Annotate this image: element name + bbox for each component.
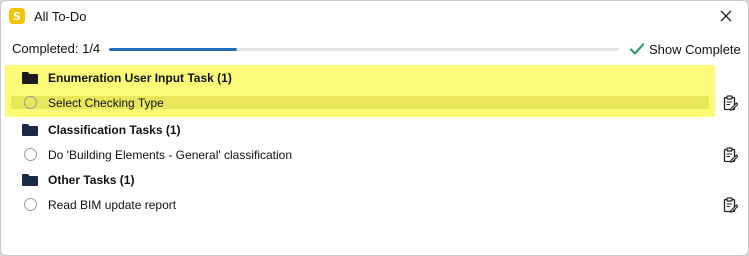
task-label[interactable]: Select Checking Type bbox=[48, 96, 164, 110]
group-label: Enumeration User Input Task (1) bbox=[48, 71, 232, 85]
todo-list: Enumeration User Input Task (1) Select C… bbox=[5, 65, 738, 217]
complete-radio[interactable] bbox=[24, 96, 37, 109]
task-label[interactable]: Do 'Building Elements - General' classif… bbox=[48, 148, 292, 162]
group-header-enumeration[interactable]: Enumeration User Input Task (1) bbox=[5, 65, 715, 90]
group-label: Other Tasks (1) bbox=[48, 173, 135, 187]
group-label: Classification Tasks (1) bbox=[48, 123, 181, 137]
highlighted-group: Enumeration User Input Task (1) Select C… bbox=[5, 65, 738, 117]
task-label[interactable]: Read BIM update report bbox=[48, 198, 176, 212]
folder-icon bbox=[22, 124, 38, 136]
check-icon bbox=[629, 43, 645, 55]
complete-radio[interactable] bbox=[24, 148, 37, 161]
show-complete-label: Show Complete bbox=[649, 41, 741, 57]
close-icon[interactable] bbox=[718, 8, 734, 24]
folder-icon bbox=[22, 72, 38, 84]
folder-icon bbox=[22, 174, 38, 186]
title-bar: S All To-Do bbox=[1, 1, 748, 33]
task-row-classification[interactable]: Do 'Building Elements - General' classif… bbox=[5, 142, 738, 167]
progress-bar bbox=[109, 48, 619, 51]
progress-label: Completed: 1/4 bbox=[12, 41, 101, 56]
task-row-read-bim-report[interactable]: Read BIM update report bbox=[5, 192, 738, 217]
clipboard-edit-icon[interactable] bbox=[723, 197, 738, 213]
complete-radio[interactable] bbox=[24, 198, 37, 211]
progress-bar-fill bbox=[109, 48, 237, 51]
group-header-other[interactable]: Other Tasks (1) bbox=[5, 167, 715, 192]
progress-row: Completed: 1/4 Show Complete bbox=[1, 39, 748, 59]
window-title: All To-Do bbox=[34, 9, 87, 24]
group-header-classification[interactable]: Classification Tasks (1) bbox=[5, 117, 715, 142]
show-complete-toggle[interactable]: Show Complete bbox=[629, 39, 741, 59]
clipboard-edit-icon[interactable] bbox=[723, 95, 738, 111]
todo-window: S All To-Do Completed: 1/4 Show Complete… bbox=[0, 0, 749, 256]
app-logo-icon: S bbox=[9, 8, 25, 24]
task-row-select-checking-type[interactable]: Select Checking Type bbox=[5, 90, 738, 115]
clipboard-edit-icon[interactable] bbox=[723, 147, 738, 163]
